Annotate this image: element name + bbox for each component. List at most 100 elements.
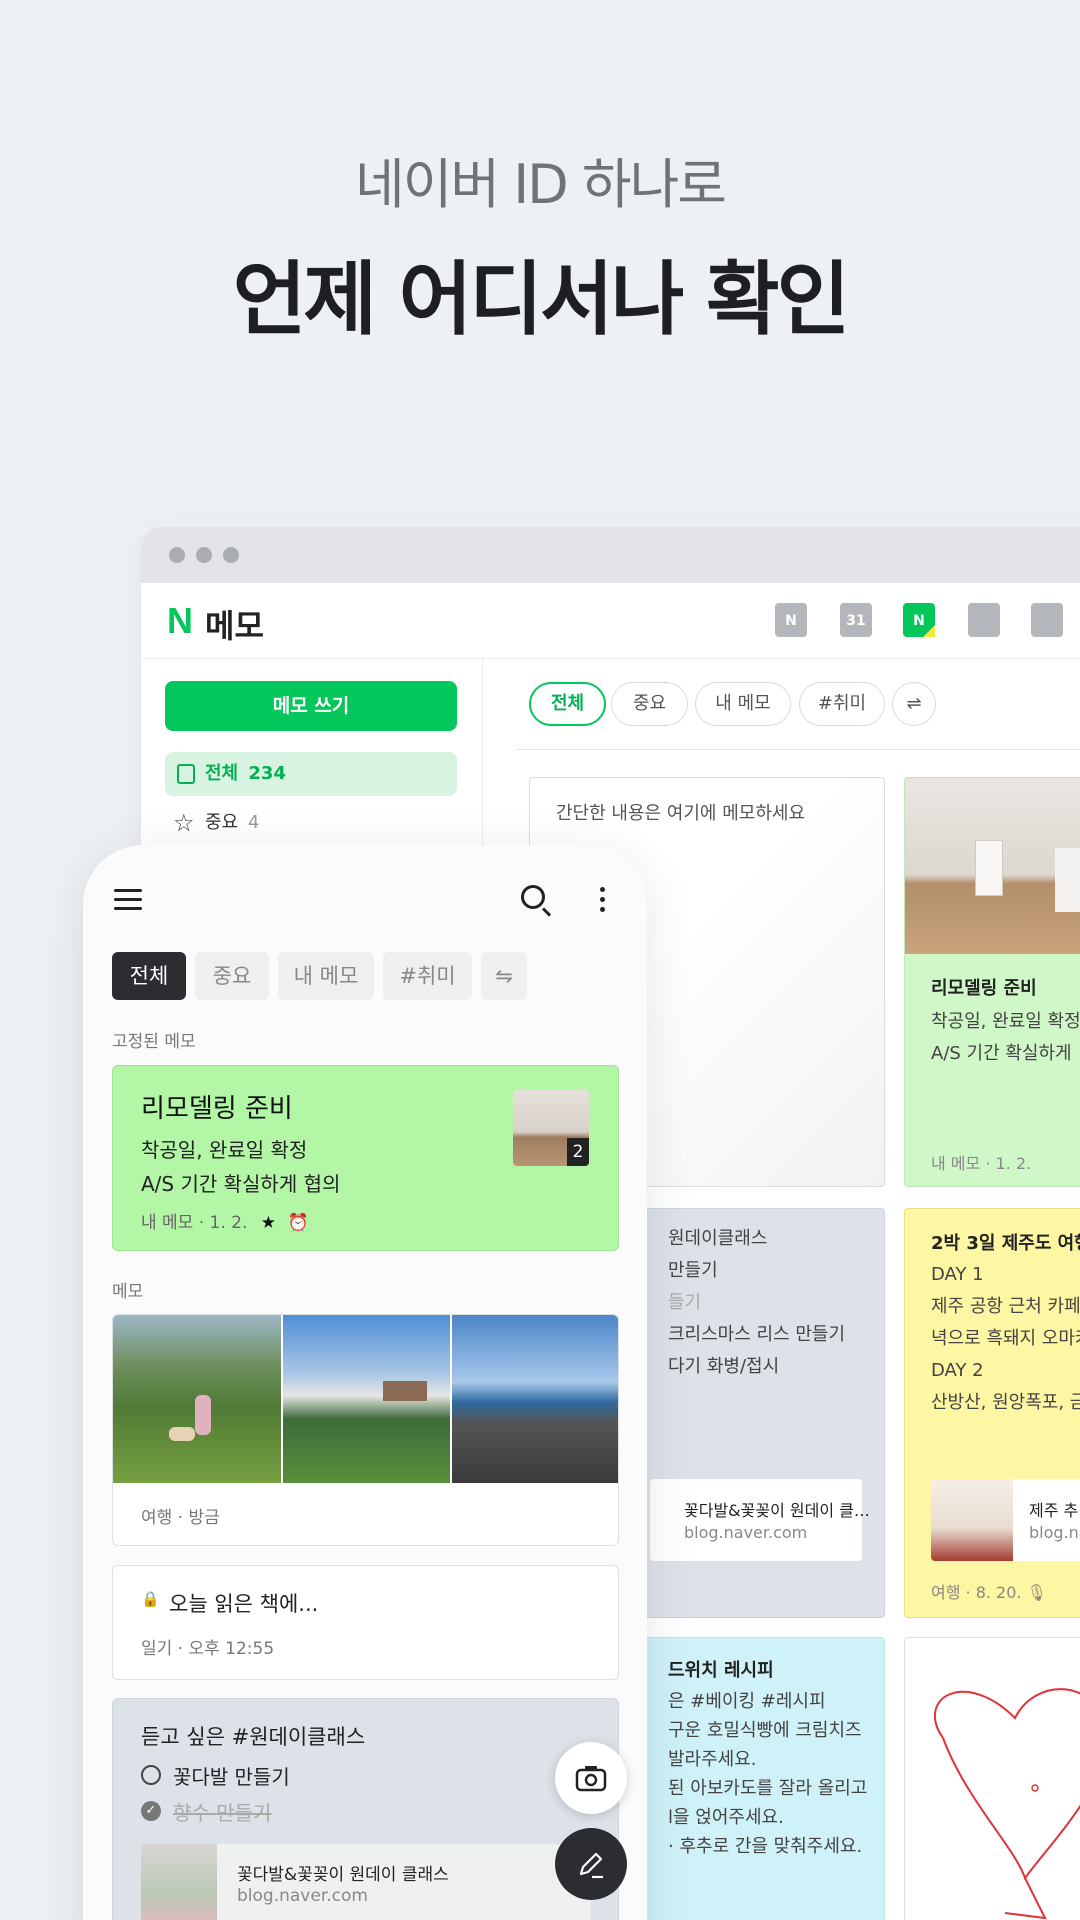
naver-logo-icon[interactable]: N	[167, 600, 193, 642]
heart-drawing	[933, 1688, 1080, 1920]
card-line: 녁으로 흑돼지 오마카	[931, 1328, 1080, 1349]
search-icon[interactable]	[521, 885, 545, 909]
write-memo-fab[interactable]	[555, 1828, 627, 1900]
todo-item-done: 향수 만들기	[173, 1801, 272, 1825]
card-line: 발라주세요.	[668, 1749, 757, 1770]
card-line: 들기	[668, 1292, 702, 1313]
sidebar-item-count: 234	[248, 763, 286, 784]
pinned-section-label: 고정된 메모	[112, 1032, 196, 1052]
mybox-icon[interactable]	[1031, 603, 1063, 637]
window-close-dot[interactable]	[169, 547, 185, 563]
sidebar-item-important[interactable]: ☆ 중요 4	[165, 801, 259, 845]
card-line: 구운 호밀식빵에 크림치즈	[668, 1720, 862, 1741]
link-title: 꽃다발&꽃꽂이 원데이 클래스	[237, 1865, 449, 1885]
calendar-icon[interactable]: 31	[840, 603, 872, 637]
app-name: 메모	[205, 607, 264, 645]
sidebar-item-label: 전체	[205, 763, 239, 784]
filter-chip-my-memo[interactable]: 내 메모	[695, 682, 791, 726]
card-meta: 내 메모 · 1. 2.	[931, 1154, 1032, 1173]
card-line: 착공일, 완료일 확정	[931, 1011, 1080, 1032]
locked-memo-card[interactable]: 🔒 오늘 읽은 책에... 일기 · 오후 12:55	[112, 1565, 619, 1680]
sidebar-item-label: 중요	[205, 812, 239, 833]
filter-chip-important[interactable]: 중요	[195, 952, 269, 1000]
filter-chip-hobby[interactable]: #취미	[799, 682, 885, 726]
link-thumbnail	[931, 1479, 1013, 1561]
mail-icon[interactable]: N	[775, 603, 807, 637]
hero-subtitle: 네이버 ID 하나로	[355, 153, 727, 216]
link-preview[interactable]: 제주 추 blog.na	[931, 1479, 1080, 1561]
travel-memo-card[interactable]: 여행 · 방금	[112, 1314, 619, 1546]
filter-divider	[516, 749, 1080, 750]
travel-photo-3[interactable]	[452, 1315, 618, 1483]
star-icon: ★	[260, 1213, 277, 1233]
filter-chip-hobby[interactable]: #취미	[383, 952, 472, 1000]
card-meta: 여행 · 방금	[141, 1508, 220, 1528]
write-memo-button[interactable]: 메모 쓰기	[165, 681, 457, 731]
link-url: blog.na	[1029, 1523, 1080, 1542]
checkbox-checked-icon[interactable]: ✓	[141, 1801, 161, 1821]
sidebar-item-count: 4	[247, 812, 260, 833]
card-line: 제주 공항 근처 카페	[931, 1296, 1080, 1317]
sort-toggle-icon[interactable]: ⇋	[481, 952, 527, 1000]
jeju-memo-card[interactable]: 2박 3일 제주도 여행 DAY 1 제주 공항 근처 카페 녁으로 흑돼지 오…	[904, 1208, 1080, 1618]
link-url: blog.naver.com	[684, 1523, 808, 1542]
contacts-icon[interactable]	[968, 603, 1000, 637]
card-line: DAY 1	[931, 1264, 984, 1285]
sidebar-item-all[interactable]: 전체 234	[165, 752, 457, 796]
card-title: 듣고 싶은 #원데이클래스	[141, 1725, 366, 1749]
pinned-memo-card[interactable]: 리모델링 준비 착공일, 완료일 확정 A/S 기간 확실하게 협의 내 메모 …	[112, 1065, 619, 1251]
card-line: 착공일, 완료일 확정	[141, 1138, 308, 1162]
travel-photo-1[interactable]	[113, 1315, 281, 1483]
mic-icon: 🎙	[1026, 1583, 1047, 1602]
card-title: 리모델링 준비	[141, 1094, 293, 1124]
drawing-memo-card[interactable]	[904, 1637, 1080, 1920]
card-title: 오늘 읽은 책에...	[169, 1592, 319, 1616]
sort-toggle-icon[interactable]: ⇌	[892, 682, 936, 726]
link-preview[interactable]: 꽃다발&꽃꽂이 원데이 클래스 blog.naver.com	[141, 1844, 591, 1920]
card-line: 산방산, 원앙폭포, 금	[931, 1392, 1080, 1413]
card-line: 원데이클래스	[668, 1228, 768, 1249]
filter-chip-all[interactable]: 전체	[112, 952, 186, 1000]
checkbox-unchecked-icon[interactable]	[141, 1765, 161, 1785]
alarm-icon: ⏰	[287, 1213, 309, 1233]
window-minimize-dot[interactable]	[196, 547, 212, 563]
travel-photo-2[interactable]	[283, 1315, 450, 1483]
room-photo	[905, 778, 1080, 954]
card-line: 만들기	[668, 1260, 718, 1281]
camera-button[interactable]	[555, 1742, 627, 1814]
link-title: 제주 추	[1029, 1501, 1079, 1520]
card-line: DAY 2	[931, 1360, 984, 1381]
hero-title: 언제 어디서나 확인	[232, 253, 851, 346]
filter-chip-important[interactable]: 중요	[611, 682, 688, 726]
card-meta: 여행 · 8. 20. 🎙	[931, 1579, 1047, 1603]
class-memo-card[interactable]: 듣고 싶은 #원데이클래스 꽃다발 만들기 ✓ 향수 만들기 꽃다발&꽃꽂이 원…	[112, 1698, 619, 1920]
link-thumbnail	[141, 1844, 217, 1920]
todo-item: 꽃다발 만들기	[173, 1765, 290, 1789]
quick-memo-placeholder: 간단한 내용은 여기에 메모하세요	[556, 803, 806, 824]
memo-app-icon[interactable]: N	[903, 603, 935, 637]
list-icon	[177, 764, 195, 784]
card-line: l을 얹어주세요.	[668, 1807, 784, 1828]
card-meta: 내 메모 · 1. 2. ★ ⏰	[141, 1208, 309, 1233]
photo-count-badge: 2	[567, 1138, 589, 1166]
window-maximize-dot[interactable]	[223, 547, 239, 563]
card-line: A/S 기간 확실하게	[931, 1043, 1072, 1064]
link-preview[interactable]: 꽃다발&꽃꽂이 원데이 클… blog.naver.com	[650, 1479, 870, 1561]
star-icon: ☆	[173, 809, 195, 837]
filter-chip-all[interactable]: 전체	[529, 682, 606, 726]
pencil-icon	[579, 1852, 603, 1879]
window-titlebar	[141, 527, 1080, 583]
remodel-memo-card[interactable]: 리모델링 준비 착공일, 완료일 확정 A/S 기간 확실하게 내 메모 · 1…	[904, 777, 1080, 1187]
card-line: 된 아보카도를 잘라 올리고	[668, 1778, 868, 1799]
card-title: 2박 3일 제주도 여행	[931, 1233, 1080, 1254]
link-url: blog.naver.com	[237, 1886, 368, 1906]
card-meta: 일기 · 오후 12:55	[141, 1639, 275, 1659]
room-thumbnail[interactable]: 2	[513, 1090, 589, 1166]
card-line: 은 #베이킹 #레시피	[668, 1691, 826, 1712]
card-line: · 후추로 간을 맞춰주세요.	[668, 1836, 863, 1857]
card-line: 다기 화병/접시	[668, 1356, 780, 1377]
camera-icon	[575, 1766, 607, 1792]
filter-chip-my-memo[interactable]: 내 메모	[278, 952, 374, 1000]
menu-icon[interactable]	[114, 889, 142, 911]
more-icon[interactable]	[600, 887, 606, 913]
